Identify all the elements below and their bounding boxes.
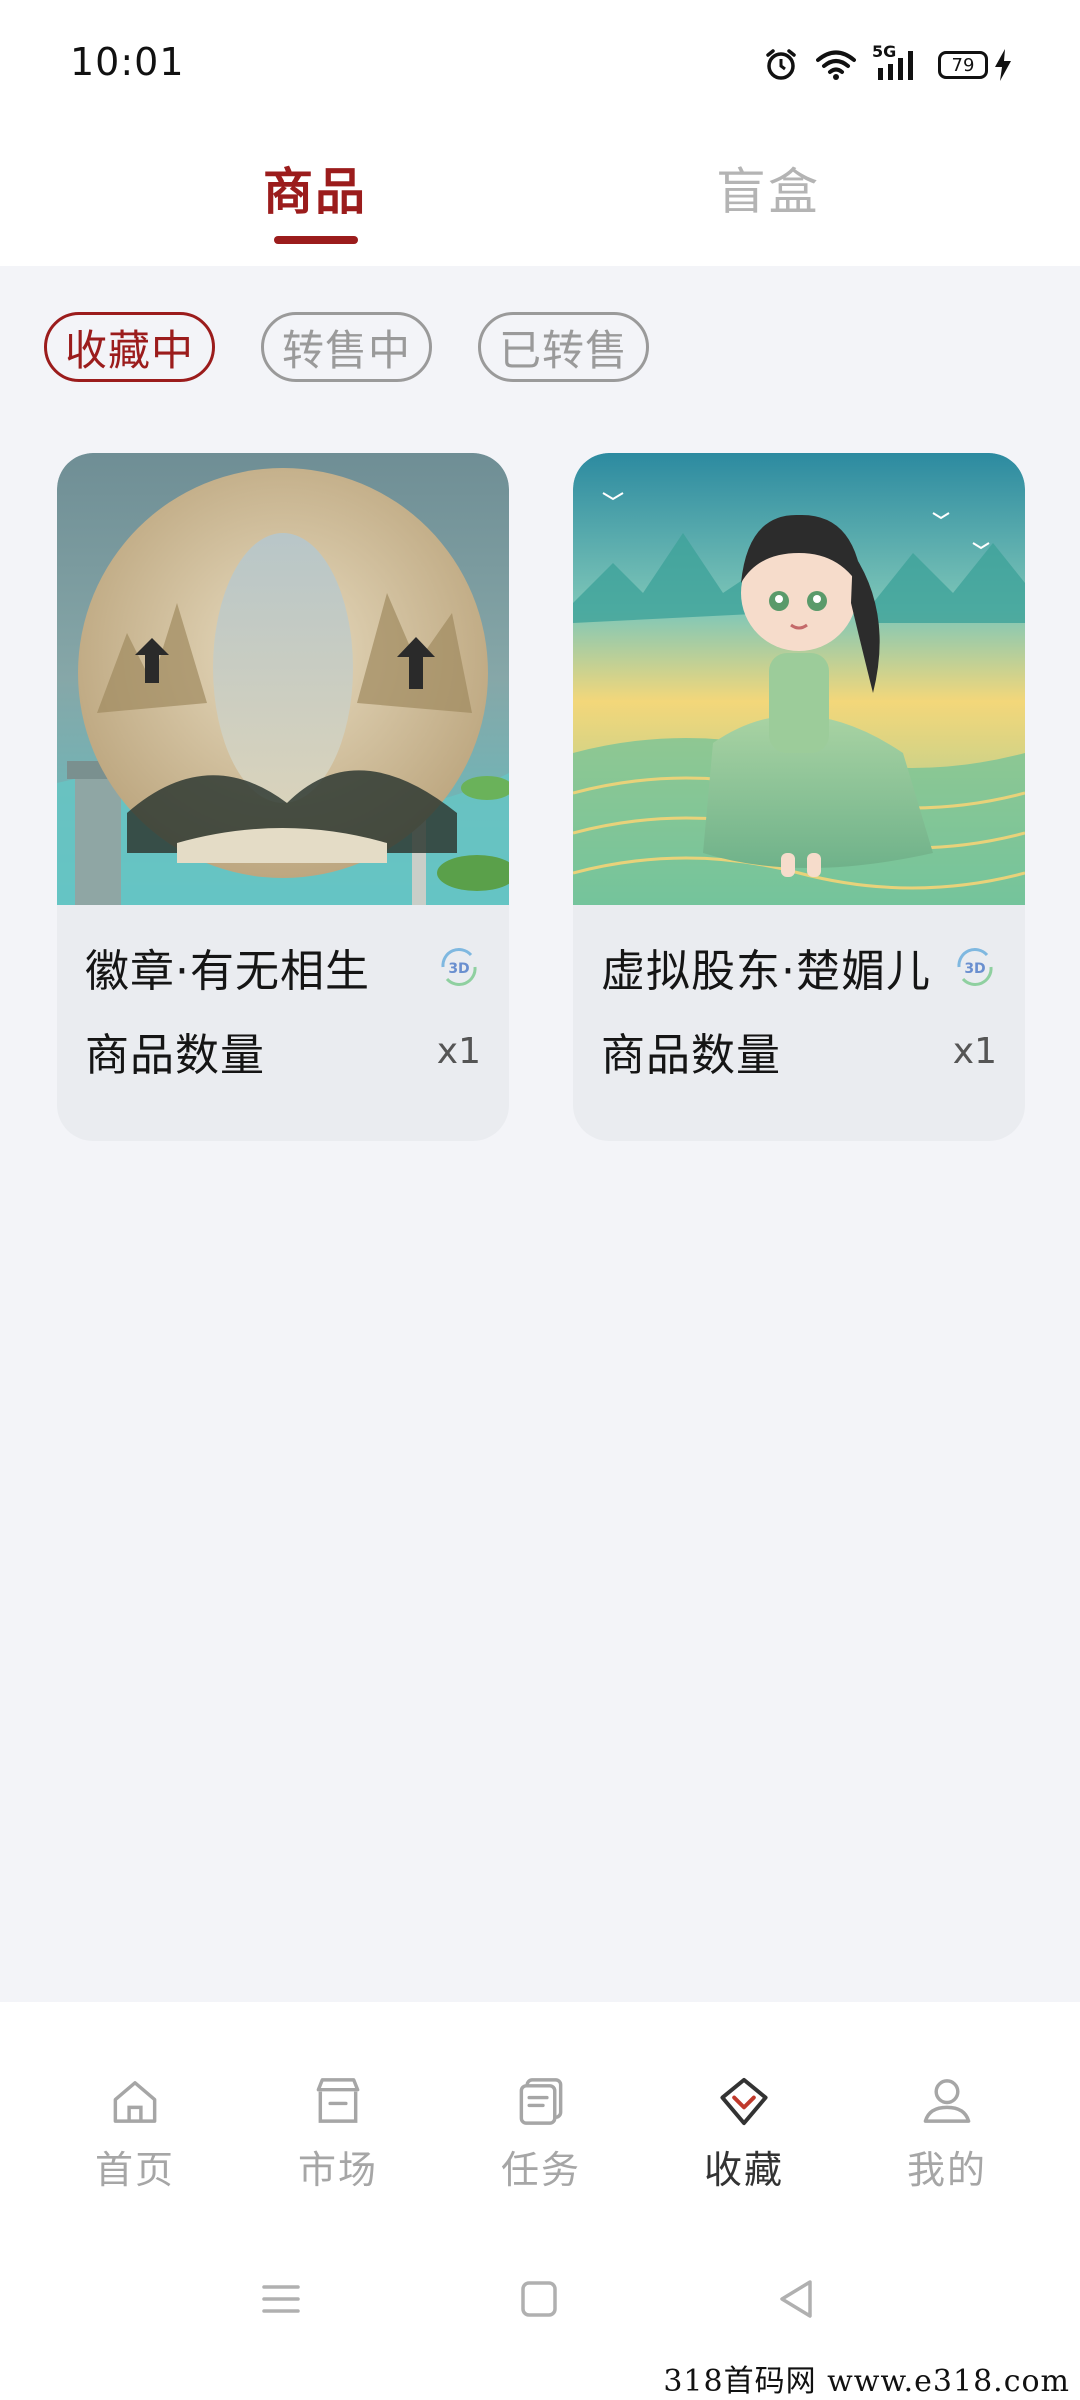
filter-chips: 收藏中 转售中 已转售	[44, 312, 650, 382]
store-icon	[316, 2078, 360, 2123]
active-tab-indicator	[274, 236, 358, 244]
3d-badge-icon: 3D	[953, 945, 997, 989]
home-button-icon[interactable]	[514, 2274, 564, 2324]
signal-5g-icon: 5G	[872, 42, 920, 82]
quantity-value: x1	[436, 1030, 481, 1072]
alarm-icon	[764, 48, 798, 82]
collection-card[interactable]: 虚拟股东·楚媚儿 3D 商品数量 x1	[573, 453, 1025, 1141]
card-title: 徽章·有无相生	[85, 946, 370, 997]
wifi-icon	[816, 49, 856, 81]
3d-badge-text: 3D	[964, 961, 985, 977]
3d-badge-text: 3D	[448, 961, 469, 977]
nav-label-tasks: 任务	[500, 2148, 581, 2192]
status-bar: 10:01 5G 79	[0, 0, 1080, 130]
battery-icon: 79	[938, 49, 1012, 81]
filter-collecting[interactable]: 收藏中	[44, 312, 216, 382]
nav-profile[interactable]: 我的	[867, 2074, 1027, 2194]
collection-icon	[720, 2077, 768, 2126]
nav-home[interactable]: 首页	[55, 2074, 215, 2194]
profile-icon	[923, 2079, 971, 2123]
nav-collection[interactable]: 收藏	[664, 2074, 824, 2194]
bottom-navigation: 首页 市场 任务 收藏 我的	[0, 2002, 1080, 2212]
card-title-row: 徽章·有无相生 3D	[85, 931, 481, 1003]
collection-content: 收藏中 转售中 已转售 徽章·有无相生 3D 商品数量 x1 虚拟股东·楚媚儿 …	[0, 266, 1080, 2002]
nav-label-market: 市场	[297, 2148, 378, 2192]
card-title-row: 虚拟股东·楚媚儿 3D	[601, 931, 997, 1003]
network-type: 5G	[872, 42, 897, 61]
battery-level: 79	[938, 51, 988, 79]
filter-resold[interactable]: 已转售	[478, 312, 650, 382]
card-quantity-row: 商品数量 x1	[85, 1015, 481, 1087]
status-time: 10:01	[70, 40, 185, 84]
quantity-label: 商品数量	[601, 1030, 781, 1081]
watermark: 318首码网 www.e318.com	[663, 2364, 1070, 2399]
quantity-value: x1	[952, 1030, 997, 1072]
card-title: 虚拟股东·楚媚儿	[601, 946, 931, 997]
tab-blind-box[interactable]: 盲盒	[668, 152, 868, 232]
back-button-icon[interactable]	[772, 2274, 822, 2324]
3d-badge-icon: 3D	[437, 945, 481, 989]
nav-market[interactable]: 市场	[258, 2074, 418, 2194]
nav-label-home: 首页	[94, 2148, 175, 2192]
character-illustration-image	[573, 453, 1025, 905]
card-quantity-row: 商品数量 x1	[601, 1015, 997, 1087]
nav-tasks[interactable]: 任务	[461, 2074, 621, 2194]
task-icon	[519, 2078, 563, 2125]
filter-reselling[interactable]: 转售中	[261, 312, 433, 382]
top-tabs: 商品 盲盒	[0, 130, 1080, 266]
card-grid: 徽章·有无相生 3D 商品数量 x1 虚拟股东·楚媚儿 3D 商品数量 x1	[57, 453, 1026, 1141]
nav-label-profile: 我的	[906, 2148, 987, 2192]
status-icons: 5G 79	[764, 42, 1012, 86]
recent-apps-icon[interactable]	[256, 2274, 306, 2324]
charging-icon	[994, 49, 1012, 81]
system-navigation-bar: 318首码网 www.e318.com	[0, 2212, 1080, 2400]
nav-label-collection: 收藏	[703, 2148, 784, 2192]
tab-goods[interactable]: 商品	[215, 152, 415, 232]
landscape-badge-image	[57, 453, 509, 905]
quantity-label: 商品数量	[85, 1030, 265, 1081]
collection-card[interactable]: 徽章·有无相生 3D 商品数量 x1	[57, 453, 509, 1141]
home-icon	[113, 2081, 157, 2123]
